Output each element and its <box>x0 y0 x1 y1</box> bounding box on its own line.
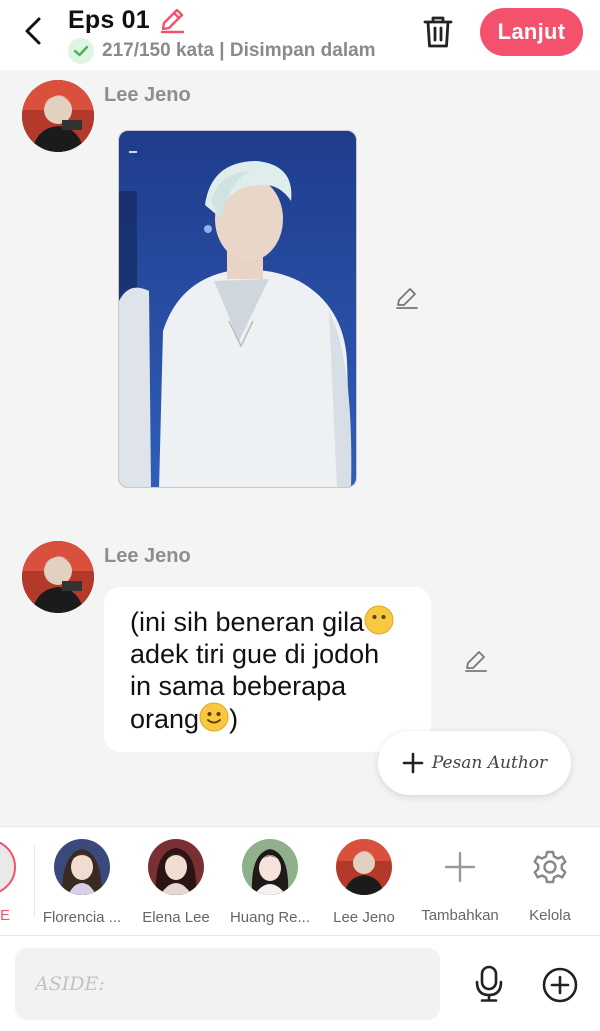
character-item[interactable]: Elena Lee <box>128 839 224 926</box>
character-avatar <box>148 839 204 895</box>
plus-icon <box>402 752 424 774</box>
character-avatar <box>242 839 298 895</box>
character-avatar-selected[interactable] <box>0 839 16 895</box>
check-icon <box>68 38 94 64</box>
author-message-label: Pesan Author <box>431 753 548 773</box>
avatar[interactable] <box>22 80 94 152</box>
plus-circle-icon[interactable] <box>538 963 582 1007</box>
word-count-status: 217/150 kata | Disimpan dalam <box>102 40 376 61</box>
back-icon[interactable] <box>14 12 52 50</box>
character-name: Huang Re... <box>229 909 311 926</box>
character-avatar <box>54 839 110 895</box>
character-item[interactable]: Lee Jeno <box>316 839 412 926</box>
message-line: adek tiri gue di jodoh <box>130 639 380 669</box>
message-line: orang) <box>130 702 239 734</box>
slight-smile-emoji-icon <box>199 702 229 732</box>
add-character-button[interactable]: Tambahkan <box>410 839 510 924</box>
character-item[interactable]: Huang Re... <box>222 839 318 926</box>
character-bar: E Florencia ... Elena Lee Huang Re... Le… <box>0 826 600 936</box>
author-message-button[interactable]: Pesan Author <box>378 731 571 795</box>
avatar[interactable] <box>22 541 94 613</box>
sender-name: Lee Jeno <box>104 84 191 106</box>
aside-input[interactable] <box>15 948 440 1020</box>
character-item[interactable]: Florencia ... <box>34 839 130 926</box>
manage-label: Kelola <box>529 907 571 924</box>
gear-icon <box>522 839 578 895</box>
composer <box>0 936 600 1031</box>
manage-button[interactable]: Kelola <box>500 839 600 924</box>
episode-title[interactable]: Eps 01 <box>68 6 150 35</box>
character-name: E <box>0 907 11 924</box>
message-line: (ini sih beneran gila <box>130 605 417 638</box>
character-name: Elena Lee <box>142 909 210 926</box>
message-bubble[interactable]: (ini sih beneran gila adek tiri gue di j… <box>104 587 431 752</box>
character-avatar <box>336 839 392 895</box>
save-status: 217/150 kata | Disimpan dalam <box>68 38 376 64</box>
mic-icon[interactable] <box>468 963 510 1005</box>
message-line: in sama beberapa <box>130 671 347 701</box>
character-name: Florencia ... <box>42 909 122 926</box>
add-character-label: Tambahkan <box>421 907 499 924</box>
top-bar: Eps 01 217/150 kata | Disimpan dalam Lan… <box>0 0 600 70</box>
sender-name: Lee Jeno <box>104 545 191 567</box>
next-button[interactable]: Lanjut <box>480 8 583 56</box>
trash-icon[interactable] <box>418 12 458 52</box>
edit-icon[interactable] <box>392 283 422 313</box>
edit-icon[interactable] <box>461 646 491 676</box>
message-image[interactable] <box>118 130 357 488</box>
title-row: Eps 01 <box>68 4 188 36</box>
neutral-face-emoji-icon <box>364 605 394 635</box>
plus-icon <box>432 839 488 895</box>
pencil-icon[interactable] <box>156 4 188 36</box>
character-name: Lee Jeno <box>333 909 395 926</box>
